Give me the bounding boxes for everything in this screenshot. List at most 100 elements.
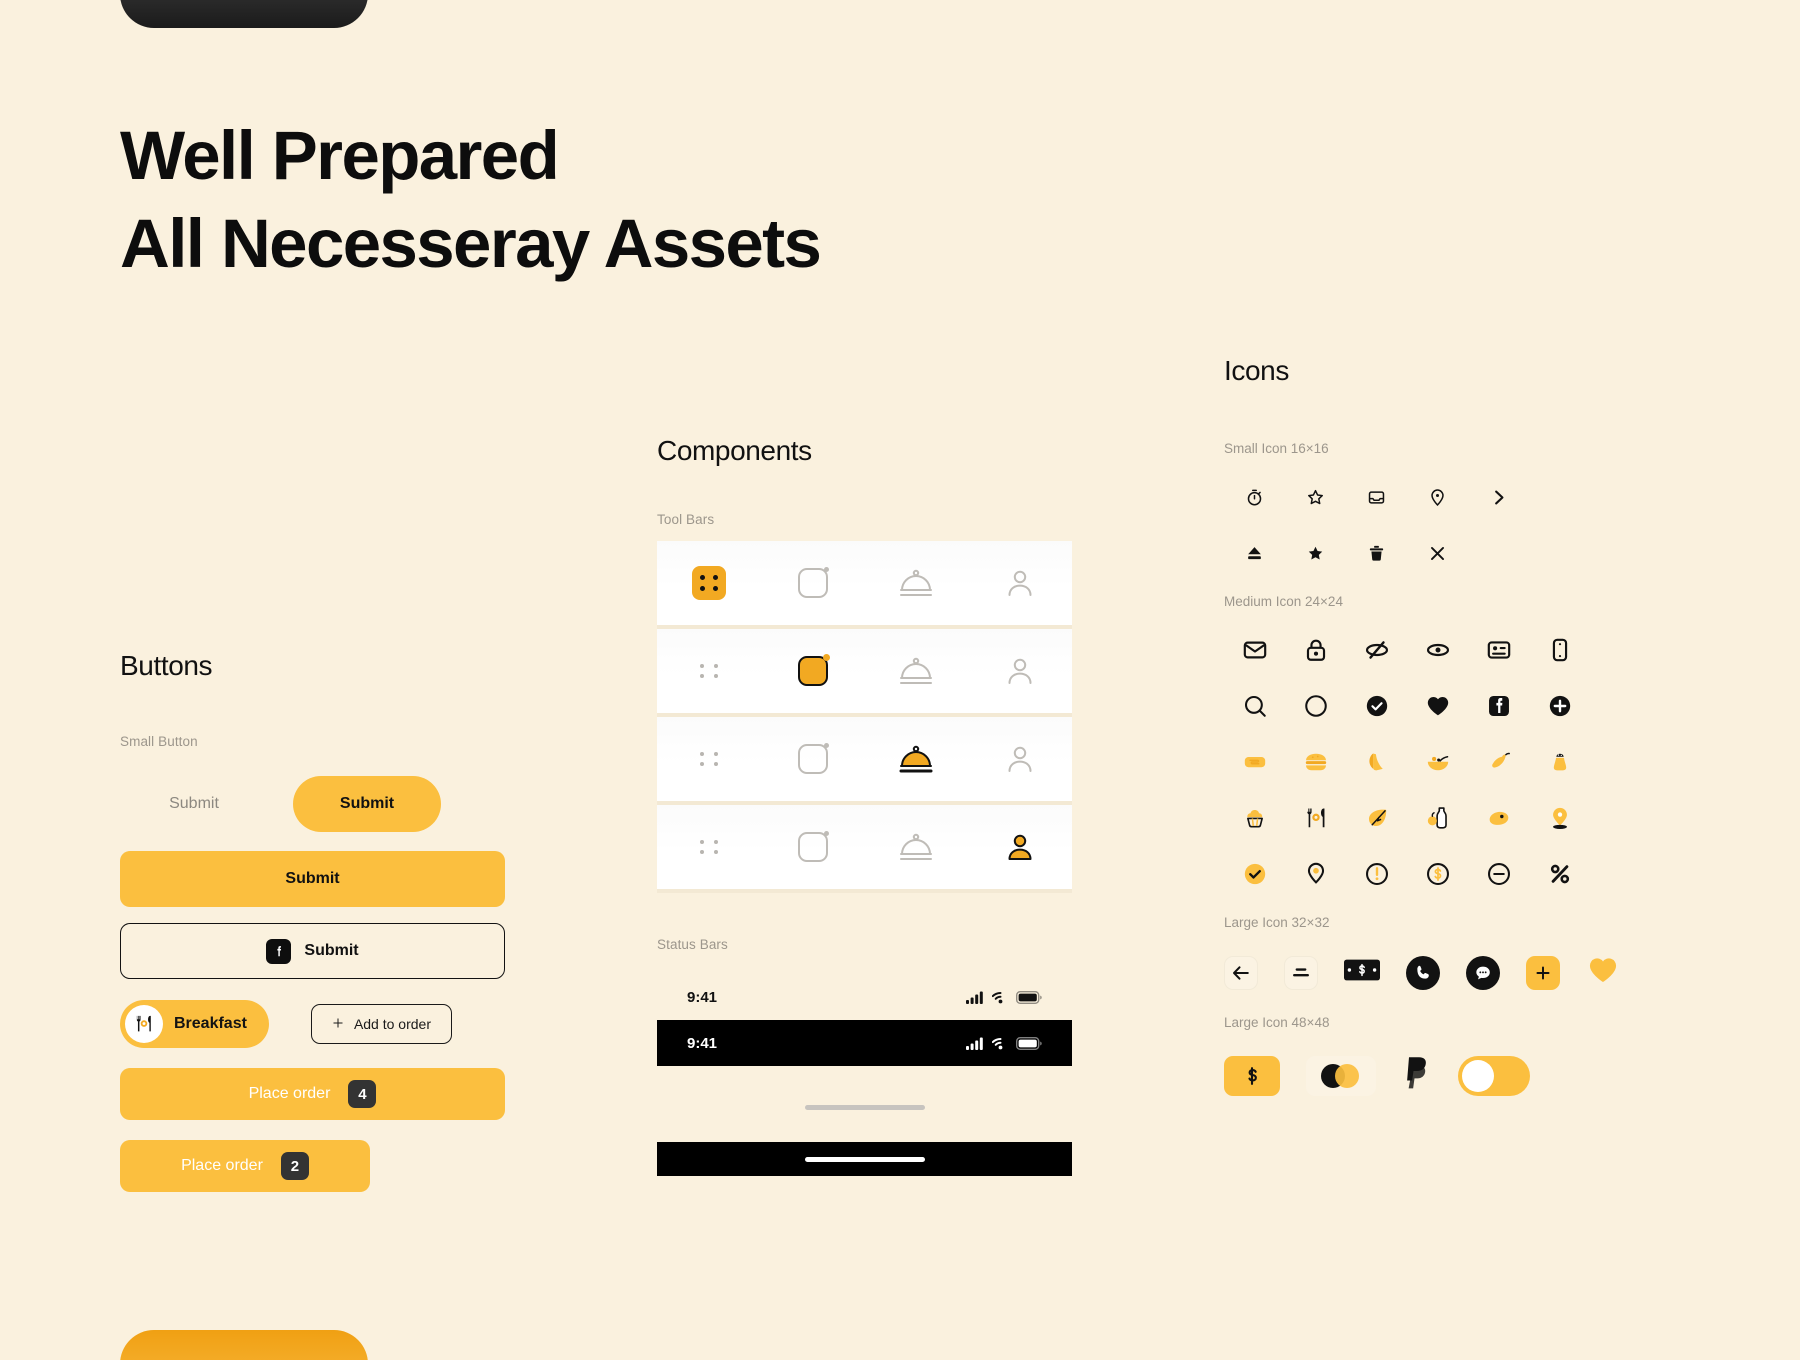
plus-circle-icon[interactable] (1529, 689, 1590, 723)
place-order-button-full[interactable]: Place order 4 (120, 1068, 505, 1120)
map-pin-icon[interactable] (1285, 857, 1346, 891)
toolbar-item-menu[interactable] (865, 568, 969, 598)
signal-icon (966, 1037, 983, 1050)
toolbar-item-menu[interactable] (865, 656, 969, 686)
place-order-button-part[interactable]: Place order 2 (120, 1140, 370, 1192)
steak-icon[interactable] (1468, 801, 1529, 835)
toolbar-item-orders[interactable] (761, 743, 865, 774)
toolbar-item-dice[interactable] (657, 752, 761, 766)
list-icon[interactable] (1284, 955, 1318, 990)
banknote-icon[interactable] (1344, 958, 1380, 987)
check-circle-icon[interactable] (1346, 689, 1407, 723)
cloche-icon (900, 657, 933, 684)
salad-bowl-icon[interactable] (1407, 745, 1468, 779)
place-order-label: Place order (248, 1085, 331, 1102)
dollar-circle-icon[interactable] (1407, 857, 1468, 891)
chat-icon[interactable] (1466, 955, 1500, 990)
chili-icon[interactable] (1468, 745, 1529, 779)
wide-submit-button[interactable]: Submit (120, 851, 505, 907)
check-filled-icon[interactable] (1224, 857, 1285, 891)
icon-row (1224, 536, 1644, 570)
small-icons-label: Small Icon 16×16 (1224, 441, 1329, 456)
facebook-icon (266, 938, 292, 964)
phone-call-icon[interactable] (1406, 955, 1440, 990)
tool-bars-label: Tool Bars (657, 512, 715, 527)
close-icon[interactable] (1407, 536, 1468, 570)
percent-icon[interactable] (1529, 857, 1590, 891)
chip-row: Breakfast Add to order (120, 1000, 505, 1048)
toolbar-item-profile[interactable] (968, 832, 1072, 862)
chevron-right-icon[interactable] (1468, 480, 1529, 514)
trash-icon[interactable] (1346, 536, 1407, 570)
heart-icon[interactable] (1407, 689, 1468, 723)
toolbar-item-menu[interactable] (865, 832, 969, 862)
stopwatch-icon[interactable] (1224, 480, 1285, 514)
alert-circle-icon[interactable] (1346, 857, 1407, 891)
cupcake-icon[interactable] (1224, 801, 1285, 835)
search-icon[interactable] (1224, 689, 1285, 723)
toolbar-item-dice[interactable] (657, 664, 761, 678)
eye-off-icon[interactable] (1346, 633, 1407, 667)
salt-shaker-icon[interactable] (1529, 745, 1590, 779)
circle-icon[interactable] (1285, 689, 1346, 723)
facebook-submit-button[interactable]: Submit (120, 923, 505, 979)
dots-grid-icon (699, 664, 718, 678)
signal-icon (966, 991, 983, 1004)
toolbar-item-orders[interactable] (761, 567, 865, 598)
toolbar-item-orders[interactable] (761, 831, 865, 862)
burger-icon[interactable] (1285, 745, 1346, 779)
toolbar-item-orders[interactable] (761, 654, 865, 686)
toolbar-item-menu[interactable] (865, 744, 969, 774)
heart-filled-icon[interactable] (1586, 954, 1620, 991)
inbox-icon[interactable] (1346, 480, 1407, 514)
medium-icons-group: Medium Icon 24×24 (1224, 594, 1644, 891)
star-filled-icon[interactable] (1285, 536, 1346, 570)
pill-submit-button[interactable]: Submit (293, 776, 441, 832)
cutlery-icon[interactable] (1285, 801, 1346, 835)
toolbar-item-dice[interactable] (657, 566, 761, 600)
square-dot-outline-icon (797, 743, 829, 774)
add-to-order-button[interactable]: Add to order (310, 1004, 452, 1044)
location-pin-icon[interactable] (1407, 480, 1468, 514)
toolbar-row (657, 629, 1072, 717)
icon-row (1224, 480, 1644, 514)
toolbar-item-profile[interactable] (968, 744, 1072, 774)
milk-bottle-icon[interactable] (1407, 801, 1468, 835)
toolbar-row (657, 541, 1072, 629)
plus-icon (332, 1016, 344, 1032)
facebook-icon[interactable] (1468, 689, 1529, 723)
eject-icon[interactable] (1224, 536, 1285, 570)
mail-icon[interactable] (1224, 633, 1285, 667)
ghost-submit-button[interactable]: Submit (120, 795, 268, 813)
toolbar-item-profile[interactable] (968, 568, 1072, 598)
arrow-left-icon[interactable] (1224, 955, 1258, 990)
headline-line-1: Well Prepared (120, 117, 560, 194)
lock-icon[interactable] (1285, 633, 1346, 667)
phone-icon[interactable] (1529, 633, 1590, 667)
pin-person-icon[interactable] (1529, 801, 1590, 835)
plus-square-icon[interactable] (1526, 955, 1560, 990)
minus-circle-icon[interactable] (1468, 857, 1529, 891)
status-bars-group: Status Bars 9:41 9:41 (657, 937, 1072, 1176)
toggle-on-icon[interactable] (1458, 1055, 1530, 1096)
toolbar-item-profile[interactable] (968, 656, 1072, 686)
cheese-icon[interactable] (1346, 745, 1407, 779)
dollar-square-icon[interactable] (1224, 1055, 1280, 1096)
small-icons-group: Small Icon 16×16 (1224, 441, 1644, 570)
star-outline-icon[interactable] (1285, 480, 1346, 514)
id-card-icon[interactable] (1468, 633, 1529, 667)
battery-icon (1016, 1036, 1042, 1050)
paypal-icon[interactable] (1402, 1054, 1432, 1097)
eye-icon[interactable] (1407, 633, 1468, 667)
mastercard-icon[interactable] (1306, 1055, 1376, 1096)
page-title: Well Prepared All Necesseray Assets (120, 112, 822, 289)
breakfast-chip[interactable]: Breakfast (120, 1000, 269, 1048)
bread-icon[interactable] (1224, 745, 1285, 779)
place-order-count-badge: 4 (348, 1080, 377, 1108)
icons-section-title: Icons (1224, 355, 1289, 386)
toolbar-item-dice[interactable] (657, 840, 761, 854)
dots-grid-icon (699, 840, 718, 854)
leaf-icon[interactable] (1346, 801, 1407, 835)
home-indicators-group (657, 1092, 1072, 1176)
buttons-section: Buttons Small Button Submit Submit Submi… (120, 650, 505, 1192)
